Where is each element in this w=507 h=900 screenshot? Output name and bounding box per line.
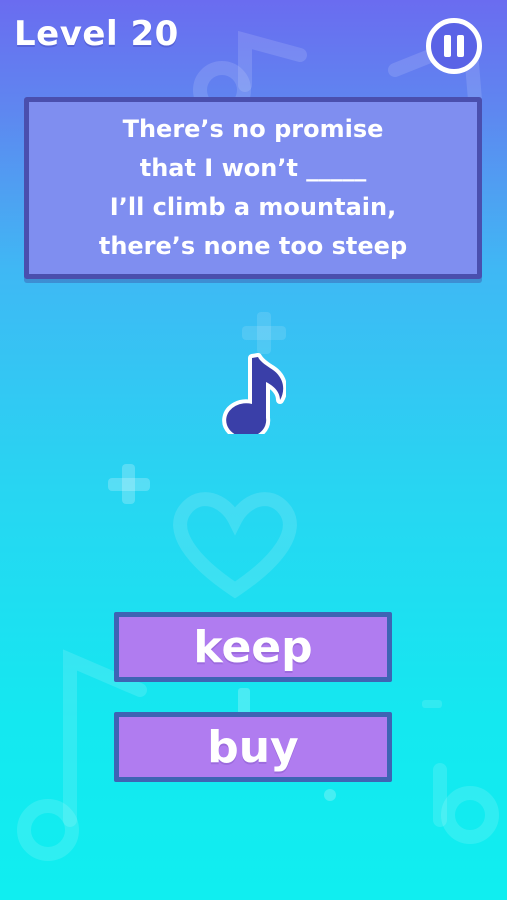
lyric-line-4: there’s none too steep <box>98 232 408 260</box>
lyric-line-2: that I won’t _____ <box>139 154 367 182</box>
answer-button-buy[interactable]: buy <box>114 712 392 782</box>
pause-icon <box>444 35 464 57</box>
pause-button[interactable] <box>426 18 482 74</box>
answer-label: buy <box>207 721 299 773</box>
level-title: Level 20 <box>14 14 179 54</box>
lyric-line-3: I’ll climb a mountain, <box>109 193 397 221</box>
answer-button-keep[interactable]: keep <box>114 612 392 682</box>
music-note-icon <box>222 352 288 442</box>
lyric-line-1: There’s no promise <box>122 115 384 143</box>
lyrics-panel: There’s no promise that I won’t _____ I’… <box>24 97 482 279</box>
answer-label: keep <box>193 621 313 673</box>
